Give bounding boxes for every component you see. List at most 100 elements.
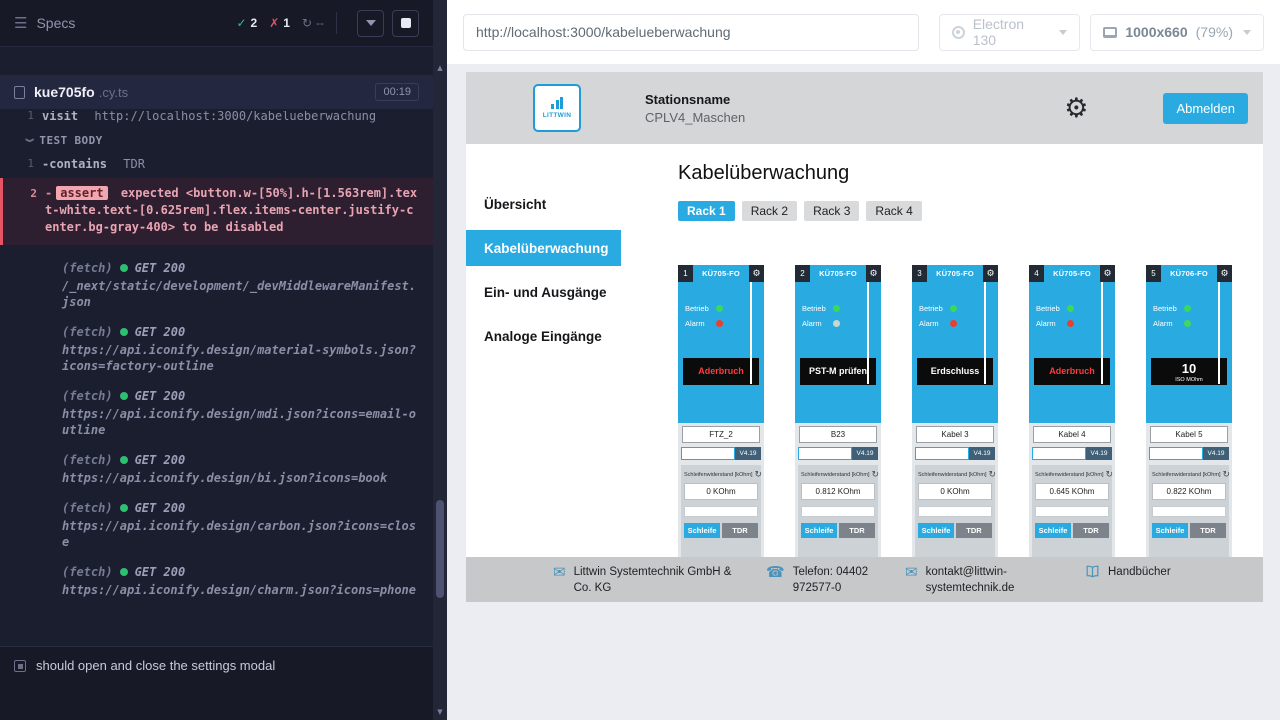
manuals-link[interactable]: Handbücher <box>1085 565 1171 581</box>
rack-tabs: Rack 1 Rack 2 Rack 3 Rack 4 <box>678 201 1263 221</box>
divider <box>1101 282 1103 384</box>
tab-rack-3[interactable]: Rack 3 <box>804 201 859 221</box>
browser-select[interactable]: Electron 130 <box>939 14 1080 51</box>
device-card: 5KÜ706-FO⚙ Betrieb Alarm 10ISO MOhm Kabe… <box>1146 265 1232 557</box>
command-contains[interactable]: 1 -contains TDR <box>0 153 433 175</box>
betrieb-led <box>1067 305 1074 312</box>
fetch-log-row[interactable]: (fetch)GET 200 https://api.iconify.desig… <box>0 445 433 493</box>
cable-name-input[interactable]: B23 <box>799 426 877 443</box>
sidebar-nav: Übersicht Kabelüberwachung Ein- und Ausg… <box>466 144 621 557</box>
device-card: 2KÜ705-FO⚙ Betrieb Alarm PST-M prüfen B2… <box>795 265 881 557</box>
cable-name-input[interactable]: FTZ_2 <box>682 426 760 443</box>
scroll-down-arrow[interactable]: ▼ <box>433 708 447 716</box>
tab-rack-1[interactable]: Rack 1 <box>678 201 735 221</box>
refresh-icon[interactable]: ↻ <box>754 470 762 480</box>
input-box[interactable] <box>1150 448 1202 459</box>
input-box[interactable] <box>1152 506 1226 517</box>
nav-item-uebersicht[interactable]: Übersicht <box>466 182 621 226</box>
littwin-logo: LITTWIN <box>533 84 581 132</box>
input-box[interactable] <box>799 448 851 459</box>
reporter-header: ☰ Specs ✓2 ✗1 ↻-- <box>0 0 433 47</box>
specs-tab[interactable]: ☰ Specs <box>14 14 75 32</box>
specs-label: Specs <box>36 15 75 31</box>
failed-assert-row[interactable]: 2 -assert expected <button.w-[50%].h-[1.… <box>0 178 433 245</box>
nav-item-ein-und-ausgaenge[interactable]: Ein- und Ausgänge <box>466 270 621 314</box>
version-badge: V4.19 <box>852 447 878 460</box>
chevron-down-icon <box>1243 30 1251 35</box>
tab-rack-2[interactable]: Rack 2 <box>742 201 797 221</box>
card-settings-icon[interactable]: ⚙ <box>983 265 998 282</box>
reporter-scrollbar[interactable]: ▲ ▼ <box>433 0 447 720</box>
refresh-icon[interactable]: ↻ <box>988 470 996 480</box>
app-footer: ✉ Littwin Systemtechnik GmbH & Co. KG ☎ … <box>466 557 1263 602</box>
input-box[interactable] <box>1033 448 1085 459</box>
input-box[interactable] <box>801 506 875 517</box>
version-badge: V4.19 <box>969 447 995 460</box>
fetch-log-row[interactable]: (fetch)GET 200 https://api.iconify.desig… <box>0 557 433 605</box>
card-number: 1 <box>678 265 693 282</box>
nav-item-analoge-eingaenge[interactable]: Analoge Eingänge <box>466 314 621 358</box>
refresh-icon[interactable]: ↻ <box>871 470 879 480</box>
command-visit[interactable]: 1 visit http://localhost:3000/kabelueber… <box>0 111 433 126</box>
status-ok-icon <box>120 504 128 512</box>
mail-icon: ✉ <box>553 565 566 596</box>
viewport-select[interactable]: 1000x660 (79%) <box>1090 14 1264 51</box>
tdr-button[interactable]: TDR <box>956 523 992 538</box>
pending-test-row[interactable]: should open and close the settings modal <box>0 646 433 720</box>
tdr-button[interactable]: TDR <box>1190 523 1226 538</box>
input-box[interactable] <box>684 506 758 517</box>
fetch-log-row[interactable]: (fetch)GET 200 /_next/static/development… <box>0 253 433 317</box>
cable-name-input[interactable]: Kabel 4 <box>1033 426 1111 443</box>
input-box[interactable] <box>682 448 734 459</box>
card-model: KÜ705-FO <box>693 265 749 282</box>
cable-name-input[interactable]: Kabel 5 <box>1150 426 1228 443</box>
refresh-icon[interactable]: ↻ <box>1105 470 1113 480</box>
settings-gear-icon[interactable]: ⚙ <box>1064 95 1088 122</box>
page-title: Kabelüberwachung <box>678 162 1263 185</box>
betrieb-led <box>716 305 723 312</box>
input-box[interactable] <box>916 448 968 459</box>
tab-rack-4[interactable]: Rack 4 <box>866 201 921 221</box>
card-settings-icon[interactable]: ⚙ <box>749 265 764 282</box>
resistance-value: 0.812 KOhm <box>801 483 875 500</box>
fetch-log-row[interactable]: (fetch)GET 200 https://api.iconify.desig… <box>0 317 433 381</box>
tdr-button[interactable]: TDR <box>1073 523 1109 538</box>
nav-item-kabelueberwachung[interactable]: Kabelüberwachung <box>466 230 621 266</box>
logout-button[interactable]: Abmelden <box>1163 93 1248 124</box>
schleife-button[interactable]: Schleife <box>918 523 954 538</box>
fetch-log-row[interactable]: (fetch)GET 200 https://api.iconify.desig… <box>0 381 433 445</box>
card-settings-icon[interactable]: ⚙ <box>1217 265 1232 282</box>
tdr-button[interactable]: TDR <box>722 523 758 538</box>
test-body-section[interactable]: ❱ TEST BODY <box>0 126 433 153</box>
schleife-button[interactable]: Schleife <box>1035 523 1071 538</box>
visit-row-clipped: 1 visit http://localhost:3000/kabelueber… <box>0 111 433 126</box>
schleife-button[interactable]: Schleife <box>1152 523 1188 538</box>
stop-button[interactable] <box>392 10 419 37</box>
phone-info: ☎ Telefon: 04402 972577-0 <box>766 565 905 596</box>
resistance-value: 0 KOhm <box>918 483 992 500</box>
tdr-button[interactable]: TDR <box>839 523 875 538</box>
browser-name: Electron 130 <box>973 16 1050 48</box>
refresh-icon[interactable]: ↻ <box>1222 470 1230 480</box>
spec-header[interactable]: kue705fo .cy.ts 00:19 <box>0 75 433 109</box>
status-display: Erdschluss <box>917 358 993 385</box>
collapse-button[interactable] <box>357 10 384 37</box>
schleife-button[interactable]: Schleife <box>684 523 720 538</box>
scrollbar-thumb[interactable] <box>436 500 444 598</box>
alarm-led <box>1067 320 1074 327</box>
cable-name-input[interactable]: Kabel 3 <box>916 426 994 443</box>
cypress-reporter-panel: ☰ Specs ✓2 ✗1 ↻-- kue705fo .cy.ts 00:19 … <box>0 0 433 720</box>
x-icon: ✗ <box>269 16 279 30</box>
scroll-up-arrow[interactable]: ▲ <box>433 64 447 72</box>
input-box[interactable] <box>918 506 992 517</box>
chevron-down-icon <box>366 20 376 26</box>
card-settings-icon[interactable]: ⚙ <box>866 265 881 282</box>
alarm-led <box>1184 320 1191 327</box>
pending-test-title: should open and close the settings modal <box>36 658 275 673</box>
card-settings-icon[interactable]: ⚙ <box>1100 265 1115 282</box>
input-box[interactable] <box>1035 506 1109 517</box>
fetch-log-row[interactable]: (fetch)GET 200 https://api.iconify.desig… <box>0 493 433 557</box>
url-input[interactable] <box>463 14 919 51</box>
schleife-button[interactable]: Schleife <box>801 523 837 538</box>
pending-count: ↻-- <box>302 16 324 30</box>
